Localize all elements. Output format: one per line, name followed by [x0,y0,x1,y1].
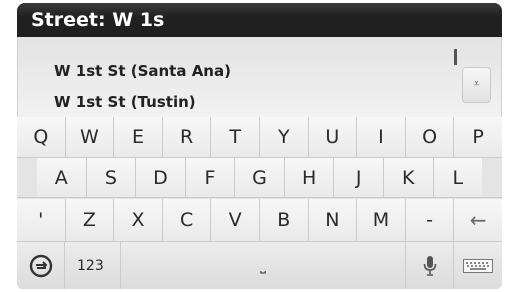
scroll-down-button[interactable]: ⩡ [462,67,491,103]
key-u[interactable]: U [308,117,358,157]
keyboard-row-2: A S D F G H J K L [17,158,502,198]
key-e[interactable]: E [114,117,163,157]
switch-layout-icon [29,254,52,277]
results-list: W 1st St (Santa Ana) W 1st St (Tustin) ⩡ [17,37,502,117]
key-o[interactable]: O [405,117,455,157]
key-s[interactable]: S [86,158,137,197]
scrollbar-thumb[interactable] [454,49,457,65]
keyboard-row-3: ' Z X C V B N M - ← [17,199,502,242]
key-n[interactable]: N [308,199,358,241]
key-g[interactable]: G [235,158,285,197]
backspace-arrow-icon: ← [469,208,487,232]
space-bar-icon: ⎵ [260,257,266,274]
backspace-key[interactable]: ← [454,199,502,241]
result-item[interactable]: W 1st St (Santa Ana) [54,62,231,80]
key-apostrophe[interactable]: ' [17,199,66,241]
space-key[interactable]: ⎵ [121,242,406,289]
key-b[interactable]: B [259,199,309,241]
key-c[interactable]: C [162,199,212,241]
switch-keyboard-key[interactable] [17,242,65,289]
key-d[interactable]: D [136,158,186,197]
key-q[interactable]: Q [17,117,66,157]
key-w[interactable]: W [65,117,115,157]
search-query-label: Street: W 1s [31,9,165,31]
key-r[interactable]: R [162,117,212,157]
search-header: Street: W 1s [17,3,502,37]
chevron-down-icon: ⩡ [473,77,480,90]
key-m[interactable]: M [357,199,406,241]
key-x[interactable]: X [114,199,163,241]
key-hyphen[interactable]: - [405,199,455,241]
keyboard-row-1: Q W E R T Y U I O P [17,117,502,158]
numbers-key[interactable]: 123 [65,242,121,289]
key-k[interactable]: K [383,158,434,197]
key-y[interactable]: Y [259,117,309,157]
key-i[interactable]: I [357,117,406,157]
key-p[interactable]: P [454,117,502,157]
microphone-key[interactable] [406,242,454,289]
key-f[interactable]: F [185,158,236,197]
key-v[interactable]: V [211,199,260,241]
key-h[interactable]: H [284,158,335,197]
hide-keyboard-key[interactable] [454,242,502,289]
onscreen-keyboard: Q W E R T Y U I O P A S D F G H J K L ' … [17,117,502,289]
key-a[interactable]: A [37,158,87,197]
key-z[interactable]: Z [65,199,115,241]
key-j[interactable]: J [334,158,384,197]
key-t[interactable]: T [211,117,260,157]
microphone-icon [423,255,436,276]
result-item[interactable]: W 1st St (Tustin) [54,93,196,111]
keyboard-icon [463,258,493,273]
key-l[interactable]: L [433,158,483,197]
keyboard-row-4: 123 ⎵ [17,242,502,289]
